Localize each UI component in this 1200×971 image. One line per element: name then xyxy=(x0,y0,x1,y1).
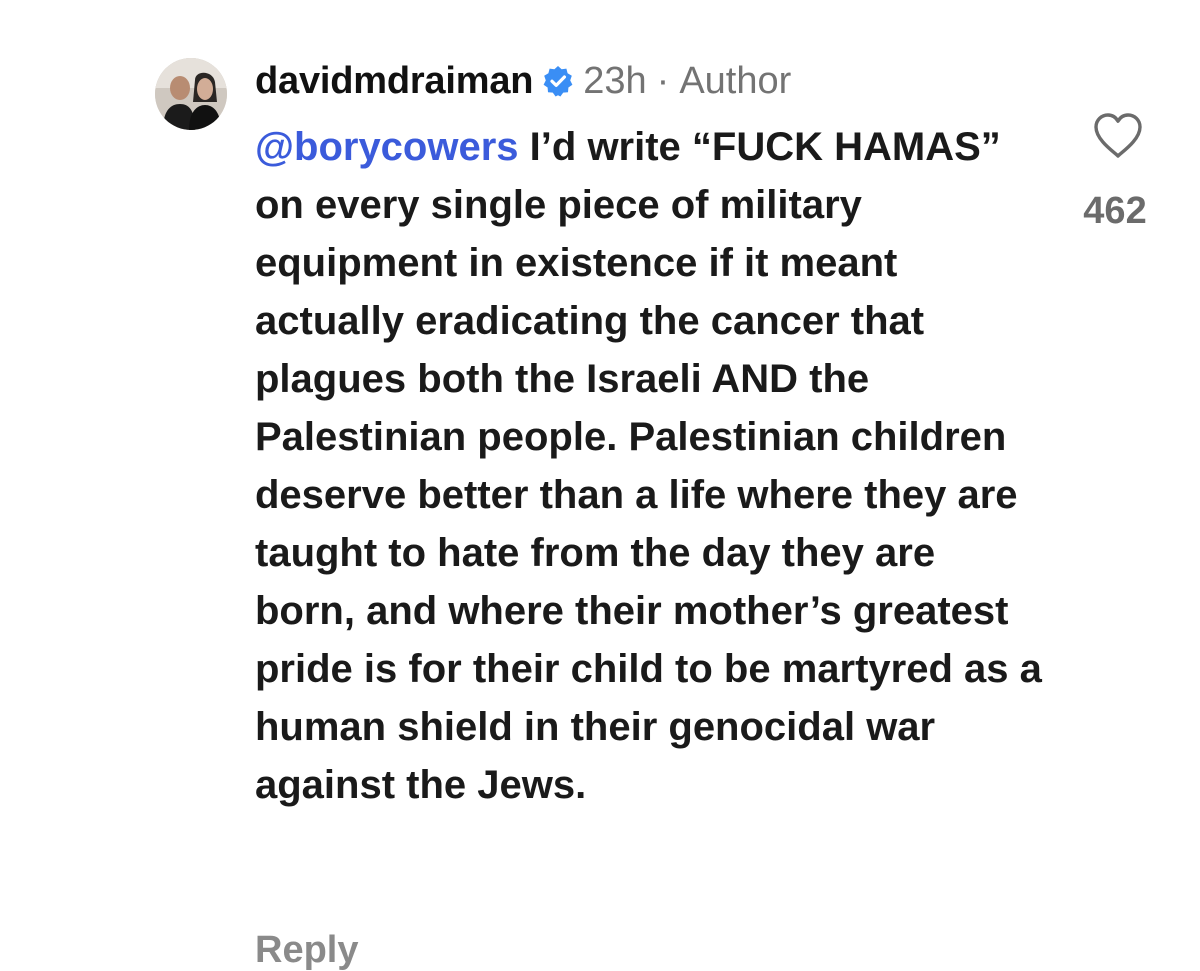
comment-body: I’d write “FUCK HAMAS” on every single p… xyxy=(255,125,1042,807)
comment-text: @borycowers I’d write “FUCK HAMAS” on ev… xyxy=(255,118,1045,814)
meta-separator: · xyxy=(656,59,670,102)
timestamp: 23h xyxy=(583,59,647,102)
avatar[interactable] xyxy=(155,58,227,130)
comment-header: davidmdraiman 23h · Author xyxy=(255,56,791,106)
like-button[interactable] xyxy=(1092,112,1144,160)
mention-link[interactable]: @borycowers xyxy=(255,125,519,169)
author-label: Author xyxy=(679,59,792,102)
avatar-photo xyxy=(155,58,227,130)
comment-item: davidmdraiman 23h · Author @borycowers I… xyxy=(0,0,1200,970)
verified-badge-icon xyxy=(541,64,575,98)
username[interactable]: davidmdraiman xyxy=(255,60,533,103)
reply-button[interactable]: Reply xyxy=(255,930,358,970)
like-count: 462 xyxy=(1083,190,1147,232)
heart-outline-icon xyxy=(1094,113,1142,158)
